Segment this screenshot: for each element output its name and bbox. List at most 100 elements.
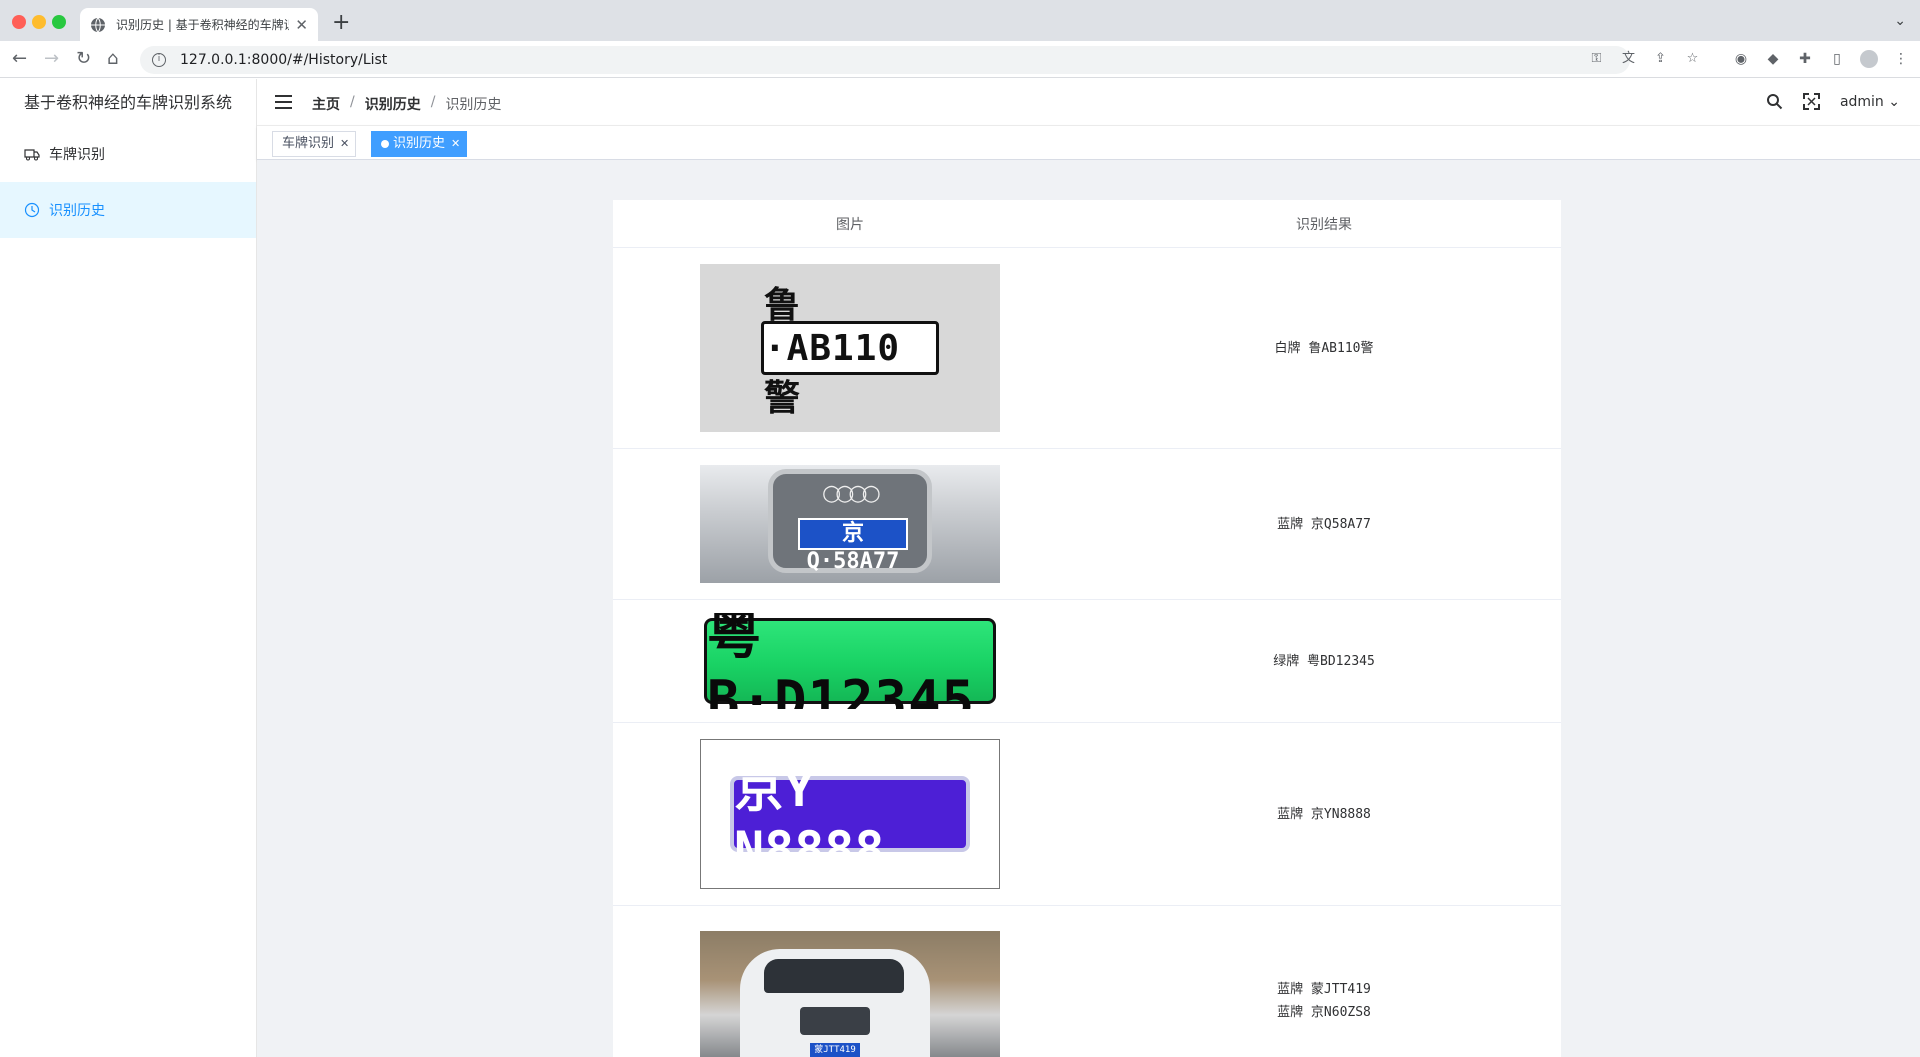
result-cell: 蓝牌 京Q58A77: [1087, 449, 1561, 599]
result-cell: 白牌 鲁AB110警: [1087, 248, 1561, 448]
address-bar-actions: ⚿ 文 ⇪ ☆: [1589, 51, 1700, 66]
app: 基于卷积神经的车牌识别系统 车牌识别 识别历史 主页 / 识别历史 / 识别历史…: [0, 79, 1920, 1057]
chevron-down-icon: ⌄: [1888, 93, 1900, 110]
tab-search-chevron-icon[interactable]: ⌄: [1894, 13, 1906, 29]
blue-plate-image: 京Q·58A77: [798, 518, 908, 574]
result-cell: 蓝牌 蒙JTT419 蓝牌 京N60ZS8: [1087, 906, 1561, 1057]
sidebar-item-plate-recognition[interactable]: 车牌识别: [0, 126, 256, 182]
table-row: ○○○○ 京Q·58A77 蓝牌 京Q58A77: [613, 449, 1561, 600]
translate-icon[interactable]: 文: [1621, 51, 1636, 66]
truck-icon: [24, 149, 40, 161]
search-icon[interactable]: [1766, 93, 1783, 110]
tag-label: 识别历史: [393, 136, 446, 151]
image-cell: 蒙JTT419: [613, 906, 1087, 1057]
app-title: 基于卷积神经的车牌识别系统: [23, 93, 232, 112]
close-window-button[interactable]: [12, 15, 26, 29]
reload-button[interactable]: ↻: [76, 48, 91, 69]
navbar: 主页 / 识别历史 / 识别历史 admin ⌄: [257, 79, 1920, 126]
key-icon[interactable]: ⚿: [1589, 51, 1604, 66]
breadcrumb-current: 识别历史: [445, 97, 502, 113]
maximize-window-button[interactable]: [52, 15, 66, 29]
image-cell: ○○○○ 京Q·58A77: [613, 449, 1087, 599]
image-cell: 鲁·AB110警: [613, 248, 1087, 448]
column-header-result: 识别结果: [1296, 216, 1352, 233]
result-cell: 蓝牌 京YN8888: [1087, 723, 1561, 905]
result-line: 蓝牌 京Q58A77: [1277, 516, 1371, 532]
more-menu-icon[interactable]: ⋮: [1892, 50, 1910, 68]
breadcrumb: 主页 / 识别历史 / 识别历史: [312, 94, 501, 114]
result-line: 蓝牌 京N60ZS8: [1277, 1004, 1371, 1020]
header-actions: admin ⌄: [1766, 93, 1900, 110]
puzzle-icon[interactable]: ✚: [1796, 50, 1814, 68]
image-cell: 粤B·D12345: [613, 600, 1087, 722]
table-header: 图片 识别结果: [613, 200, 1561, 248]
breadcrumb-separator: /: [430, 94, 436, 110]
extension-icons: ◉ ◆ ✚ ▯ ⋮: [1732, 50, 1910, 68]
green-plate-image: 粤B·D12345: [704, 613, 996, 709]
suv-windshield-image: [764, 958, 904, 993]
table-row: 鲁·AB110警 白牌 鲁AB110警: [613, 248, 1561, 449]
white-plate-image: 鲁·AB110警: [761, 285, 939, 419]
small-plate-image: 蒙JTT419: [810, 1042, 860, 1057]
browser-toolbar: ← → ↻ ⌂ i 127.0.0.1:8000/#/History/List …: [0, 41, 1920, 78]
column-header-image: 图片: [836, 216, 864, 233]
tag-label: 车牌识别: [282, 136, 335, 151]
address-url[interactable]: 127.0.0.1:8000/#/History/List: [180, 52, 387, 68]
close-icon[interactable]: ✕: [451, 137, 460, 150]
sidebar-item-history[interactable]: 识别历史: [0, 182, 256, 238]
plate-thumbnail[interactable]: 京Y N8888: [700, 739, 1000, 889]
browser-tab[interactable]: 识别历史 | 基于卷积神经的车牌识别 ✕: [80, 8, 318, 41]
suv-grille-image: [800, 1006, 870, 1035]
clock-icon: [24, 202, 40, 218]
result-line: 蓝牌 蒙JTT419: [1277, 981, 1371, 997]
purple-plate-image: 京Y N8888: [730, 760, 970, 879]
user-menu[interactable]: admin ⌄: [1840, 94, 1900, 110]
table-row: 蒙JTT419 蓝牌 蒙JTT419 蓝牌 京N60ZS8: [613, 906, 1561, 1057]
result-line: 蓝牌 京YN8888: [1277, 806, 1371, 822]
breadcrumb-separator: /: [350, 94, 355, 110]
tags-view: 车牌识别 ✕ 识别历史 ✕: [257, 126, 1920, 160]
plate-thumbnail[interactable]: 蒙JTT419: [700, 930, 1000, 1057]
share-icon[interactable]: ⇪: [1653, 51, 1668, 66]
plate-text: 鲁·AB110警: [764, 284, 901, 419]
site-info-icon[interactable]: i: [152, 53, 166, 67]
bookmark-star-icon[interactable]: ☆: [1685, 51, 1700, 66]
user-name: admin: [1839, 93, 1884, 110]
plate-thumbnail[interactable]: 鲁·AB110警: [700, 264, 1000, 432]
sidebar-item-label: 识别历史: [49, 203, 105, 219]
table-row: 粤B·D12345 绿牌 粤BD12345: [613, 600, 1561, 723]
close-icon[interactable]: ✕: [340, 137, 349, 150]
minimize-window-button[interactable]: [32, 15, 46, 29]
tag-history[interactable]: 识别历史 ✕: [371, 131, 468, 157]
hamburger-icon[interactable]: [275, 95, 292, 109]
car-logo-icon: ○○○○: [822, 481, 881, 506]
address-bar[interactable]: i 127.0.0.1:8000/#/History/List: [140, 46, 1630, 74]
close-tab-icon[interactable]: ✕: [295, 16, 308, 34]
forward-button[interactable]: →: [44, 48, 59, 69]
back-button[interactable]: ←: [12, 48, 27, 69]
image-cell: 京Y N8888: [613, 723, 1087, 905]
extension-a-icon[interactable]: ◉: [1732, 50, 1750, 68]
profile-avatar-icon[interactable]: [1860, 50, 1878, 68]
fullscreen-icon[interactable]: [1802, 93, 1820, 110]
new-tab-button[interactable]: +: [332, 10, 350, 35]
side-panel-icon[interactable]: ▯: [1828, 50, 1846, 68]
plate-thumbnail[interactable]: ○○○○ 京Q·58A77: [700, 465, 1000, 583]
globe-icon: [91, 17, 105, 32]
table-row: 京Y N8888 蓝牌 京YN8888: [613, 723, 1561, 906]
main-content: 图片 识别结果 鲁·AB110警 白牌 鲁AB110警 ○○○○ 京Q·58A7…: [257, 160, 1920, 1057]
browser-tabstrip: 识别历史 | 基于卷积神经的车牌识别 ✕ + ⌄: [0, 0, 1920, 41]
sidebar-item-label: 车牌识别: [49, 147, 105, 163]
plate-thumbnail[interactable]: 粤B·D12345: [700, 613, 1000, 709]
extension-b-icon[interactable]: ◆: [1764, 50, 1782, 68]
browser-tab-title: 识别历史 | 基于卷积神经的车牌识别: [116, 18, 290, 32]
breadcrumb-home[interactable]: 主页: [312, 94, 340, 114]
history-table: 图片 识别结果 鲁·AB110警 白牌 鲁AB110警 ○○○○ 京Q·58A7…: [613, 200, 1561, 1057]
active-dot-icon: [381, 139, 389, 148]
result-line: 白牌 鲁AB110警: [1274, 340, 1374, 356]
breadcrumb-history[interactable]: 识别历史: [365, 94, 421, 114]
sidebar: 基于卷积神经的车牌识别系统 车牌识别 识别历史: [0, 79, 257, 1057]
tag-plate-recognition[interactable]: 车牌识别 ✕: [272, 131, 357, 157]
result-cell: 绿牌 粤BD12345: [1087, 600, 1561, 722]
home-button[interactable]: ⌂: [107, 48, 118, 69]
